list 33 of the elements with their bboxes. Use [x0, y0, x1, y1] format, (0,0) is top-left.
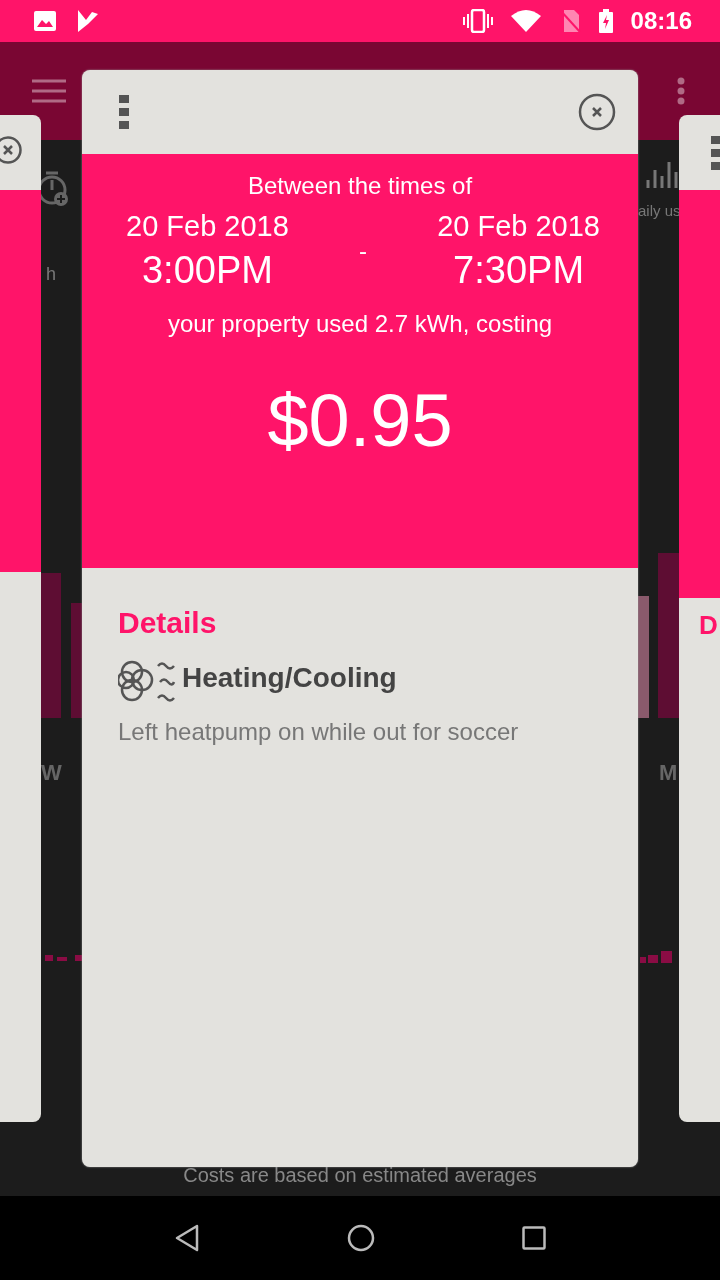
details-title: D — [699, 610, 718, 641]
usage-summary: your property used 2.7 kWh, costing — [167, 310, 553, 338]
start-time: 3:00PM — [141, 249, 273, 292]
close-icon[interactable] — [0, 136, 22, 164]
event-note: Left heatpump on while out for soccer — [118, 718, 520, 746]
wifi-icon — [510, 10, 541, 32]
axis-label: W — [41, 760, 62, 786]
axis-label: M — [659, 760, 678, 786]
chart-label: h — [46, 264, 56, 285]
footnote: Costs are based on estimated averages — [182, 1164, 538, 1187]
end-date: 20 Feb 2018 — [437, 210, 600, 243]
period-heading: Between the times of — [247, 172, 473, 200]
range-separator: - — [359, 237, 367, 265]
recents-icon[interactable] — [522, 1226, 547, 1250]
details-title: Details — [118, 606, 218, 640]
check-flag-icon — [76, 10, 100, 32]
category-name: Heating/Cooling — [182, 662, 397, 694]
end-time: 7:30PM — [453, 249, 585, 292]
start-date: 20 Feb 2018 — [126, 210, 289, 243]
image-icon — [34, 11, 56, 31]
fan-icon — [118, 658, 176, 704]
more-icon[interactable] — [677, 77, 685, 105]
home-icon[interactable] — [347, 1224, 375, 1252]
clock-time: 08:16 — [630, 7, 692, 35]
kebab-icon[interactable] — [711, 136, 720, 170]
battery-icon — [598, 9, 613, 33]
back-icon[interactable] — [173, 1224, 200, 1252]
menu-icon[interactable] — [32, 79, 66, 103]
side-card[interactable]: D — [679, 115, 720, 1122]
kebab-icon[interactable] — [119, 95, 129, 129]
cost-amount: $0.95 — [267, 378, 453, 463]
vibrate-icon — [462, 9, 493, 33]
close-icon[interactable] — [578, 93, 616, 131]
